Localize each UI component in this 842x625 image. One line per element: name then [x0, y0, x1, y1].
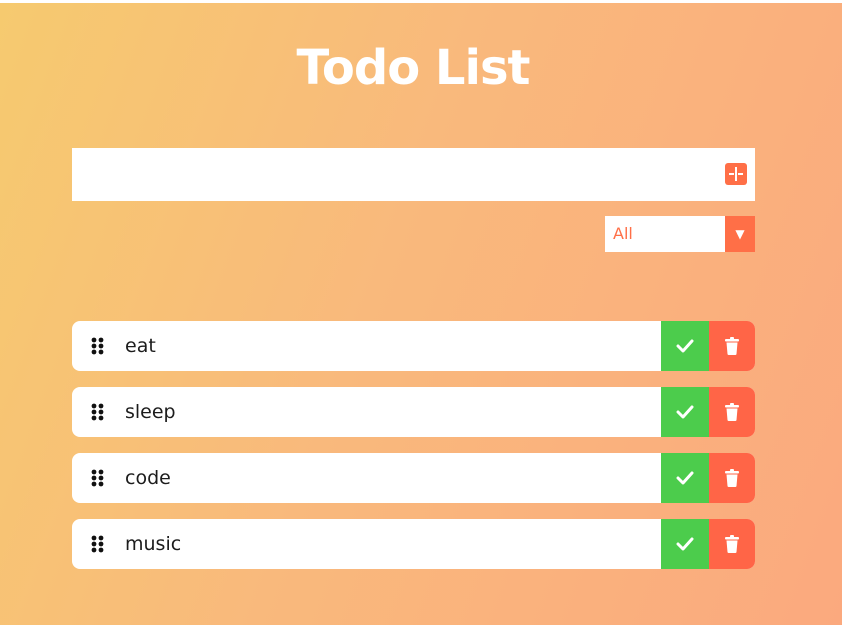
- complete-button[interactable]: [661, 387, 709, 437]
- add-todo-button[interactable]: [725, 163, 747, 185]
- todo-item: code: [72, 453, 755, 503]
- todo-text: eat: [125, 335, 156, 357]
- complete-button[interactable]: [661, 519, 709, 569]
- check-icon: [676, 537, 694, 551]
- drag-handle-icon[interactable]: [91, 403, 105, 421]
- check-icon: [676, 339, 694, 353]
- complete-button[interactable]: [661, 453, 709, 503]
- todo-input[interactable]: [72, 148, 712, 201]
- todo-input-wrapper: [72, 148, 755, 201]
- delete-button[interactable]: [709, 453, 755, 503]
- todo-text: music: [125, 533, 182, 555]
- todo-text: sleep: [125, 401, 176, 423]
- add-icon: [729, 167, 743, 181]
- filter-select[interactable]: All ▼: [605, 216, 755, 252]
- top-strip: [0, 0, 842, 3]
- todo-list: eat sleep code music: [72, 321, 755, 585]
- caret-down-icon[interactable]: ▼: [725, 216, 755, 252]
- drag-handle-icon[interactable]: [91, 337, 105, 355]
- delete-button[interactable]: [709, 321, 755, 371]
- todo-item: eat: [72, 321, 755, 371]
- complete-button[interactable]: [661, 321, 709, 371]
- delete-button[interactable]: [709, 387, 755, 437]
- trash-icon: [725, 403, 739, 421]
- delete-button[interactable]: [709, 519, 755, 569]
- trash-icon: [725, 535, 739, 553]
- todo-text: code: [125, 467, 171, 489]
- drag-handle-icon[interactable]: [91, 469, 105, 487]
- todo-item: music: [72, 519, 755, 569]
- drag-handle-icon[interactable]: [91, 535, 105, 553]
- page-title: Todo List: [296, 40, 531, 96]
- check-icon: [676, 471, 694, 485]
- check-icon: [676, 405, 694, 419]
- trash-icon: [725, 469, 739, 487]
- filter-selected-value: All: [613, 224, 633, 243]
- trash-icon: [725, 337, 739, 355]
- todo-item: sleep: [72, 387, 755, 437]
